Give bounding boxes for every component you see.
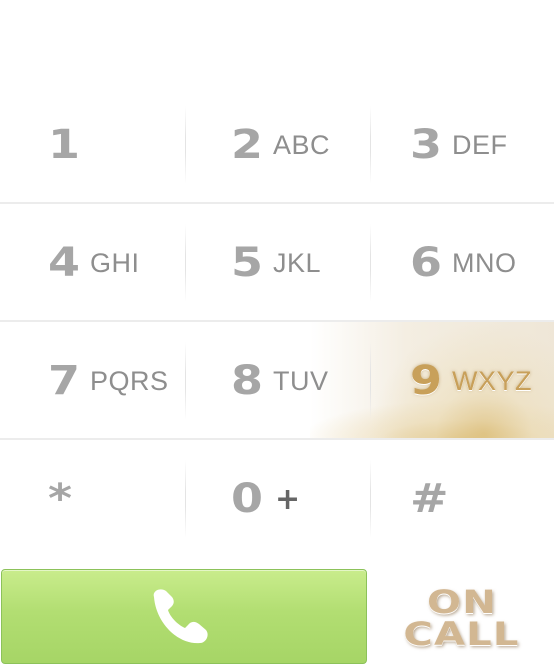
key-digit: 1 xyxy=(48,122,80,168)
key-letters: DEF xyxy=(452,129,508,160)
key-letters: WXYZ xyxy=(452,365,532,396)
key-digit: 0 xyxy=(231,476,263,522)
key-letters: + xyxy=(275,481,301,517)
key-digit: 3 xyxy=(410,122,442,168)
phone-icon xyxy=(153,588,208,643)
key-digit: 9 xyxy=(410,358,442,404)
key-6[interactable]: 6 MNO xyxy=(370,204,554,322)
key-4[interactable]: 4 GHI xyxy=(0,204,185,322)
key-letters: PQRS xyxy=(90,365,169,396)
key-letters: TUV xyxy=(273,365,329,396)
keypad-row-2: 4 GHI 5 JKL 6 MNO xyxy=(0,204,554,322)
key-digit: 7 xyxy=(48,358,80,404)
key-8[interactable]: 8 TUV xyxy=(185,322,370,440)
key-9[interactable]: 9 WXYZ xyxy=(370,322,554,440)
on-call-line-1: ON xyxy=(427,583,497,621)
key-letters: MNO xyxy=(452,247,517,278)
key-digit: 5 xyxy=(231,240,263,286)
on-call-line-2: CALL xyxy=(403,615,521,653)
key-digit: * xyxy=(48,476,72,522)
key-digit: 4 xyxy=(48,240,80,286)
on-call-button[interactable]: ON CALL xyxy=(370,568,554,668)
key-0[interactable]: 0 + xyxy=(185,440,370,558)
key-digit: # xyxy=(410,476,449,522)
key-letters: ABC xyxy=(273,129,331,160)
key-digit: 6 xyxy=(410,240,442,286)
keypad-row-4: * 0 + # xyxy=(0,440,554,558)
key-star[interactable]: * xyxy=(0,440,185,558)
key-digit: 8 xyxy=(231,358,263,404)
key-5[interactable]: 5 JKL xyxy=(185,204,370,322)
key-letters: GHI xyxy=(90,247,140,278)
key-2[interactable]: 2 ABC xyxy=(185,86,370,204)
key-7[interactable]: 7 PQRS xyxy=(0,322,185,440)
key-1[interactable]: 1 xyxy=(0,86,185,204)
action-bar: ON CALL xyxy=(0,568,554,670)
dial-pad: 1 2 ABC 3 DEF 4 GHI 5 JKL 6 MNO 7 PQRS 8… xyxy=(0,86,554,561)
key-hash[interactable]: # xyxy=(370,440,554,558)
key-3[interactable]: 3 DEF xyxy=(370,86,554,204)
key-letters: JKL xyxy=(273,247,322,278)
number-display xyxy=(0,0,554,86)
key-digit: 2 xyxy=(231,122,263,168)
keypad-row-1: 1 2 ABC 3 DEF xyxy=(0,86,554,204)
call-button[interactable] xyxy=(1,569,367,664)
keypad-row-3: 7 PQRS 8 TUV 9 WXYZ xyxy=(0,322,554,440)
